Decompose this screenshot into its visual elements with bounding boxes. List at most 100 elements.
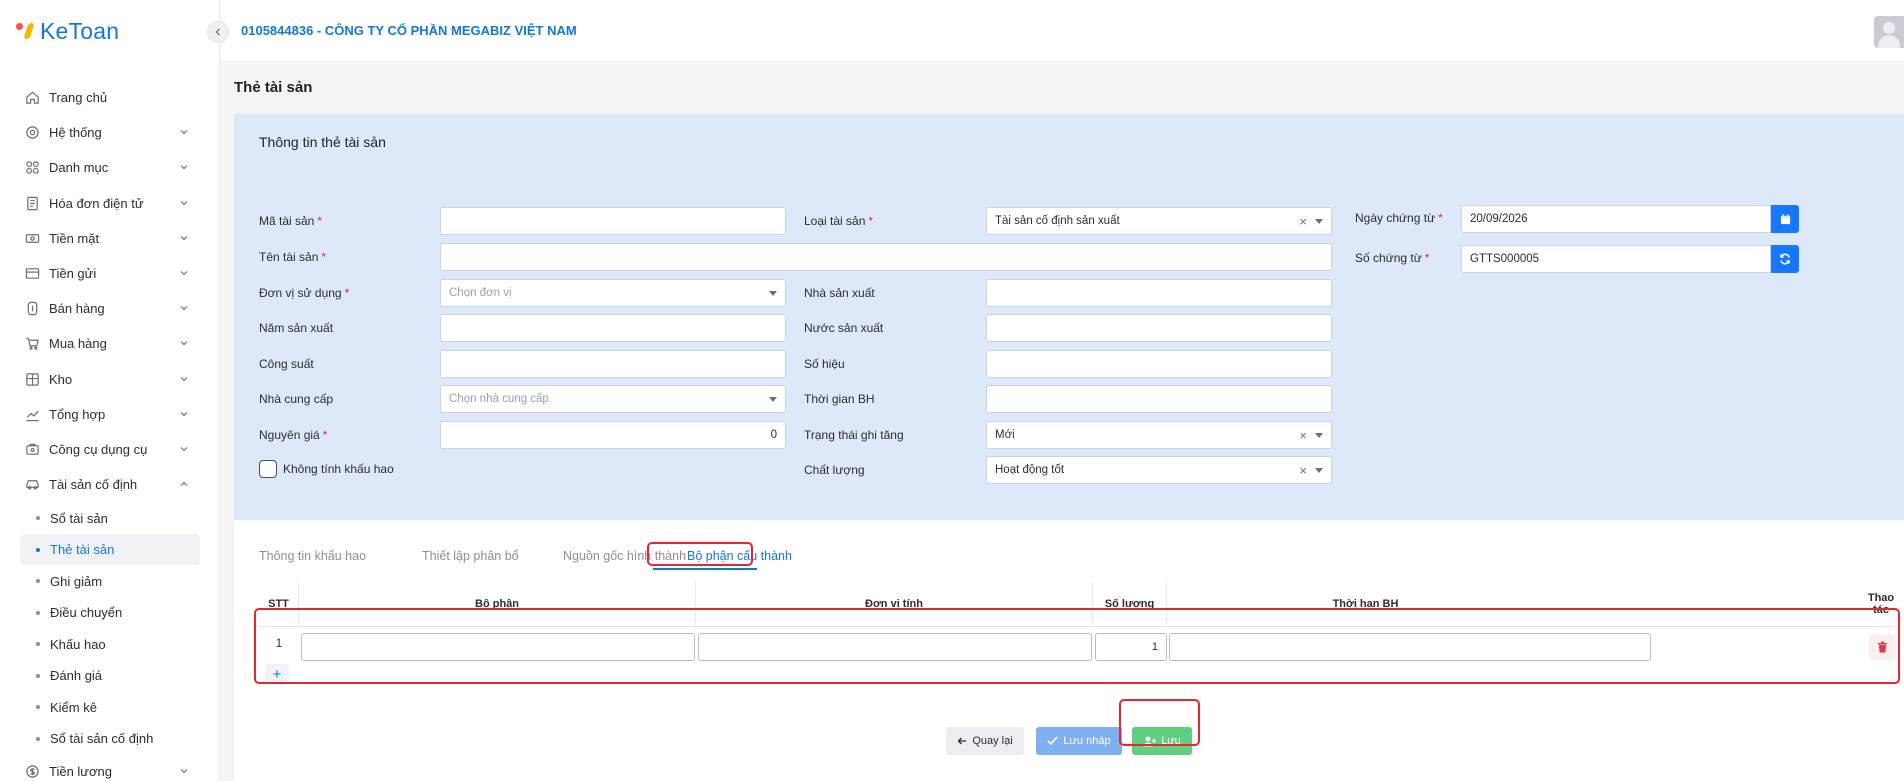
caret-down-icon: [1315, 468, 1323, 473]
nuoc-san-xuat-label: Nước sản xuất: [804, 321, 884, 335]
logo-text: KeToan: [40, 17, 120, 44]
sidebar-item-danh-muc[interactable]: Danh mục: [0, 150, 220, 185]
sidebar-item-label: Tài sản cố định: [49, 477, 138, 493]
calendar-icon: [1780, 213, 1790, 224]
sidebar-menu: Trang chủ Hệ thống Danh mục Hóa đơn điện…: [0, 80, 220, 781]
cong-suat-input[interactable]: [440, 350, 786, 378]
tab-thong-tin-khau-hao[interactable]: Thông tin khấu hao: [259, 549, 366, 563]
cash-icon: [24, 230, 40, 246]
loai-tai-san-select[interactable]: Tài sản cố định sản xuất ×: [986, 207, 1332, 235]
sidebar-item-label: Trang chủ: [49, 90, 108, 106]
sidebar-subitem-danh-gia[interactable]: Đánh giá: [20, 660, 200, 692]
sidebar-subitem-so-tai-san-co-dinh[interactable]: Sổ tài sản cố định: [20, 723, 200, 755]
page-title: Thẻ tài sản: [234, 79, 313, 96]
cart-icon: [24, 336, 40, 352]
thao-tac-line-1: Thao: [1867, 592, 1895, 604]
sidebar-item-label: Công cụ dụng cụ: [49, 441, 148, 457]
sidebar-item-label: Mua hàng: [49, 336, 107, 352]
chevron-down-icon: [178, 267, 190, 279]
section-title: Thông tin thẻ tài sản: [259, 134, 386, 150]
sidebar-item-tai-san-co-dinh[interactable]: Tài sản cố định: [0, 467, 220, 502]
tab-thiet-lap-phan-bo[interactable]: Thiết lập phân bổ: [422, 549, 519, 563]
save-draft-label: Lưu nháp: [1063, 735, 1111, 747]
so-hieu-label: Số hiệu: [804, 357, 845, 371]
so-hieu-input[interactable]: [986, 350, 1332, 378]
ten-tai-san-input[interactable]: [440, 243, 1332, 271]
logo[interactable]: KeToan: [14, 16, 119, 46]
sidebar-item-cong-cu[interactable]: Công cụ dụng cụ: [0, 432, 220, 467]
chat-luong-select[interactable]: Hoạt động tốt ×: [986, 456, 1332, 484]
caret-down-icon: [769, 397, 777, 402]
chevron-down-icon: [178, 337, 190, 349]
sidebar-item-label: Kho: [49, 371, 73, 387]
sidebar-item-tien-mat[interactable]: Tiền mặt: [0, 221, 220, 256]
sidebar-item-ban-hang[interactable]: Bán hàng: [0, 291, 220, 326]
ngay-chung-tu-input[interactable]: 20/09/2026: [1461, 205, 1771, 233]
salary-icon: [24, 764, 40, 780]
sidebar-subitem-khau-hao[interactable]: Khấu hao: [20, 628, 200, 660]
calendar-button[interactable]: [1771, 205, 1799, 233]
chevron-down-icon: [178, 126, 190, 138]
save-draft-button[interactable]: Lưu nháp: [1036, 727, 1122, 755]
chevron-down-icon: [178, 161, 190, 173]
sidebar-item-label: Tổng hợp: [49, 406, 106, 422]
caret-down-icon: [769, 291, 777, 296]
sidebar-item-label: Hệ thống: [49, 125, 102, 141]
sidebar-item-tien-gui[interactable]: Tiền gửi: [0, 256, 220, 291]
sidebar-item-trang-chu[interactable]: Trang chủ: [0, 80, 220, 115]
don-vi-su-dung-select[interactable]: Chọn đơn vị: [440, 279, 786, 307]
back-button-label: Quay lại: [972, 735, 1013, 747]
sidebar-item-label: Tiền gửi: [49, 266, 97, 282]
highlight-box-table: [254, 608, 1900, 684]
sidebar-subitem-dieu-chuyen[interactable]: Điều chuyển: [20, 597, 200, 629]
refresh-number-button[interactable]: [1771, 245, 1799, 273]
clear-icon[interactable]: ×: [1299, 428, 1307, 443]
nam-san-xuat-input[interactable]: [440, 314, 786, 342]
thoi-gian-bh-input[interactable]: [986, 385, 1332, 413]
khong-tinh-khau-hao-checkbox[interactable]: [259, 460, 277, 478]
sidebar-subitem-the-tai-san[interactable]: Thẻ tài sản: [20, 533, 200, 566]
sidebar-collapse-button[interactable]: [207, 21, 229, 43]
sidebar-item-kho[interactable]: Kho: [0, 362, 220, 397]
chart-icon: [24, 406, 40, 422]
sidebar-item-mua-hang[interactable]: Mua hàng: [0, 326, 220, 361]
arrow-left-icon: [957, 737, 967, 745]
avatar[interactable]: [1874, 16, 1904, 48]
warehouse-icon: [24, 371, 40, 387]
ten-tai-san-label: Tên tài sản *: [259, 250, 327, 264]
company-name[interactable]: 0105844836 - CÔNG TY CỔ PHẦN MEGABIZ VIỆ…: [241, 23, 577, 38]
trang-thai-ghi-tang-label: Trạng thái ghi tăng: [804, 428, 904, 442]
ma-tai-san-input[interactable]: [440, 207, 786, 235]
sidebar-item-label: Hóa đơn điện tử: [49, 195, 144, 211]
nguyen-gia-input[interactable]: 0: [440, 421, 786, 449]
nha-san-xuat-label: Nhà sản xuất: [804, 286, 875, 300]
nha-san-xuat-input[interactable]: [986, 279, 1332, 307]
highlight-box-tab: [647, 542, 753, 566]
clear-icon[interactable]: ×: [1299, 214, 1307, 229]
clear-icon[interactable]: ×: [1299, 463, 1307, 478]
sidebar-subitem-so-tai-san[interactable]: Sổ tài sản: [20, 502, 200, 534]
sidebar-subitem-kiem-ke[interactable]: Kiểm kê: [20, 691, 200, 723]
sidebar-subitem-ghi-giam[interactable]: Ghi giảm: [20, 565, 200, 597]
trang-thai-ghi-tang-select[interactable]: Mới ×: [986, 421, 1332, 449]
sidebar-item-label: Bán hàng: [49, 301, 105, 317]
sidebar-item-hoa-don[interactable]: Hóa đơn điện tử: [0, 186, 220, 221]
sidebar-item-tong-hop[interactable]: Tổng hợp: [0, 397, 220, 432]
sales-icon: [24, 301, 40, 317]
topbar: 0105844836 - CÔNG TY CỔ PHẦN MEGABIZ VIỆ…: [221, 0, 1904, 62]
khong-tinh-khau-hao-label: Không tính khấu hao: [283, 462, 394, 476]
don-vi-su-dung-label: Đơn vị sử dụng *: [259, 286, 350, 300]
sidebar-item-he-thong[interactable]: Hệ thống: [0, 115, 220, 150]
ma-tai-san-label: Mã tài sản *: [259, 214, 323, 228]
thoi-gian-bh-label: Thời gian BH: [804, 392, 875, 406]
app-root: KeToan Trang chủ Hệ thống Danh mục Hóa đ…: [0, 0, 1904, 781]
highlight-box-save: [1119, 699, 1200, 746]
sidebar-item-tien-luong[interactable]: Tiền lương: [0, 754, 220, 781]
so-chung-tu-input[interactable]: GTTS000005: [1461, 245, 1771, 273]
tools-icon: [24, 441, 40, 457]
nha-cung-cap-select[interactable]: Chọn nhà cung cấp: [440, 385, 786, 413]
nuoc-san-xuat-input[interactable]: [986, 314, 1332, 342]
chevron-down-icon: [178, 443, 190, 455]
home-icon: [24, 90, 40, 106]
back-button[interactable]: Quay lại: [946, 727, 1024, 755]
